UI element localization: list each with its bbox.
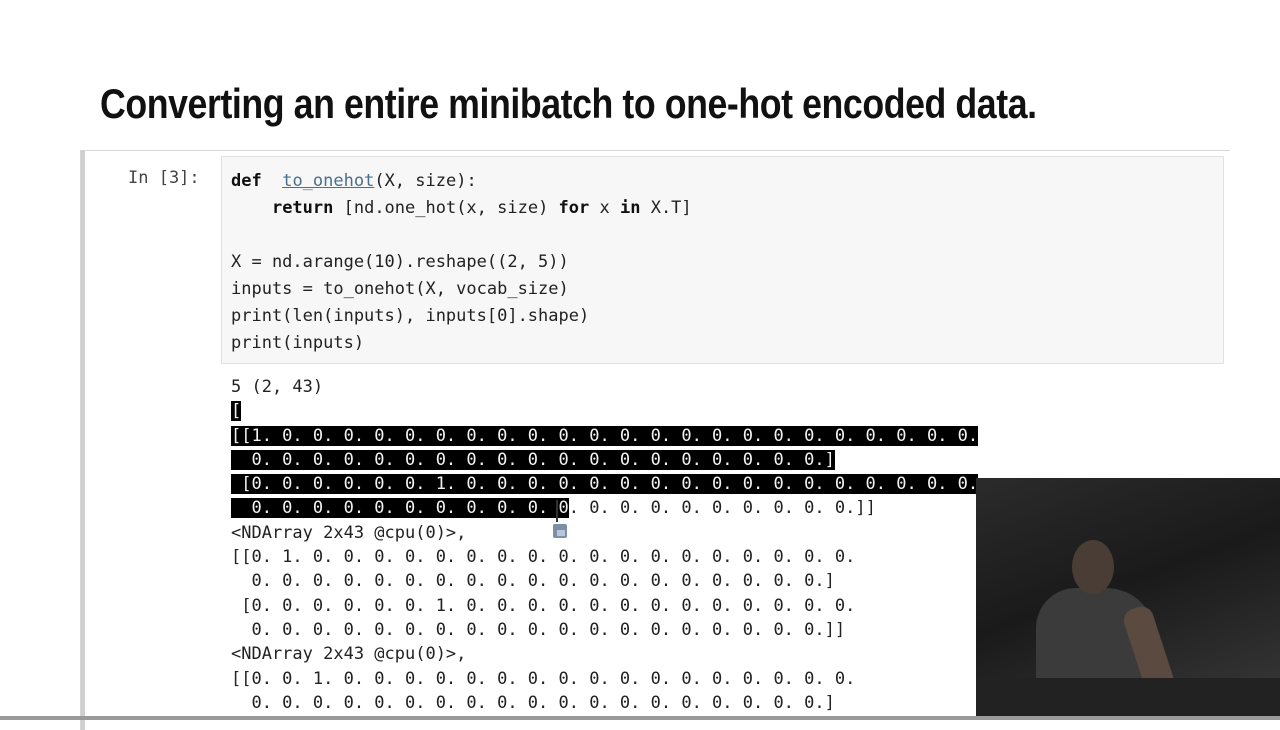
output-line-segment: [[0. 0. 1. 0. 0. 0. 0. 0. 0. 0. 0. 0. 0.… bbox=[231, 668, 856, 689]
output-line: 0. 0. 0. 0. 0. 0. 0. 0. 0. 0. 0. 0. 0. 0… bbox=[231, 448, 978, 472]
output-line-segment: [[1. 0. 0. 0. 0. 0. 0. 0. 0. 0. 0. 0. 0.… bbox=[231, 425, 979, 446]
code-line-segment: in bbox=[619, 198, 641, 218]
output-line: 5 (2, 43) bbox=[231, 375, 978, 399]
presenter-webcam bbox=[976, 478, 1280, 720]
code-line: def to_onehot(X, size): bbox=[231, 168, 1223, 195]
output-line: [ bbox=[231, 399, 978, 423]
output-line-segment: [0. 0. 0. 0. 0. 0. 1. 0. 0. 0. 0. 0. 0. … bbox=[231, 474, 979, 495]
code-line-segment: print(inputs) bbox=[231, 333, 365, 353]
output-line: 0. 0. 0. 0. 0. 0. 0. 0. 0. 0. 0. 0. 0. 0… bbox=[231, 496, 978, 520]
output-line: 0. 0. 0. 0. 0. 0. 0. 0. 0. 0. 0. 0. 0. 0… bbox=[231, 691, 978, 715]
code-line-segment: for bbox=[558, 198, 590, 218]
code-line-segment: inputs = to_onehot(X, vocab_size) bbox=[231, 279, 569, 299]
output-line: [[0. 0. 1. 0. 0. 0. 0. 0. 0. 0. 0. 0. 0.… bbox=[231, 667, 978, 691]
output-line-segment: [ bbox=[231, 401, 242, 422]
output-line: <NDArray 2x43 @cpu(0)>, bbox=[231, 642, 978, 666]
output-line-segment: [0. 0. 0. 0. 0. 0. 1. 0. 0. 0. 0. 0. 0. … bbox=[231, 595, 856, 616]
output-line-segment: 0. 0. 0. 0. 0. 0. 0. 0. 0. 0. 0. 0. 0. 0… bbox=[231, 449, 835, 470]
code-editor[interactable]: def to_onehot(X, size): return [nd.one_h… bbox=[221, 156, 1224, 364]
output-line: [0. 0. 0. 0. 0. 0. 1. 0. 0. 0. 0. 0. 0. … bbox=[231, 594, 978, 618]
output-line-segment: 5 (2, 43) bbox=[231, 377, 324, 397]
code-line: print(len(inputs), inputs[0].shape) bbox=[231, 303, 1223, 330]
code-line-segment: (X, size): bbox=[374, 171, 477, 191]
output-line: [0. 0. 0. 0. 0. 0. 1. 0. 0. 0. 0. 0. 0. … bbox=[231, 472, 979, 496]
output-line-segment: <NDArray 2x43 @cpu(0)>, bbox=[231, 644, 467, 665]
output-line: <NDArray 2x43 @cpu(0)>, bbox=[231, 521, 978, 545]
code-line-segment: [nd.one_hot(x, size) bbox=[333, 198, 559, 218]
code-line-segment: to_onehot bbox=[282, 171, 375, 191]
output-line: 0. 0. 0. 0. 0. 0. 0. 0. 0. 0. 0. 0. 0. 0… bbox=[231, 569, 978, 593]
code-line-segment: X.T] bbox=[640, 198, 692, 218]
output-line-segment: 0. 0. 0. 0. 0. 0. 0. 0. 0. 0. 0. 0. 0. 0… bbox=[231, 619, 846, 640]
code-line-segment bbox=[262, 171, 282, 191]
output-line-segment: 0. 0. 0. 0. 0. 0. 0. 0. 0. 0. 0 bbox=[231, 498, 569, 519]
code-line-segment: X = nd.arange(10).reshape((2, 5)) bbox=[231, 252, 569, 272]
slide-title: Converting an entire minibatch to one-ho… bbox=[100, 80, 1037, 127]
output-line: [[0. 1. 0. 0. 0. 0. 0. 0. 0. 0. 0. 0. 0.… bbox=[231, 545, 978, 569]
output-line-segment: 0. 0. 0. 0. 0. 0. 0. 0. 0. 0. 0. 0. 0. 0… bbox=[231, 571, 835, 592]
code-line-segment bbox=[231, 198, 272, 218]
cell-prompt: In [3]: bbox=[128, 168, 200, 188]
code-line: print(inputs) bbox=[231, 330, 1223, 357]
output-line-segment: 0. 0. 0. 0. 0. 0. 0. 0. 0. 0. 0. 0. 0. 0… bbox=[231, 692, 835, 713]
text-cursor-icon bbox=[556, 500, 558, 522]
output-line-segment: [[0. 1. 0. 0. 0. 0. 0. 0. 0. 0. 0. 0. 0.… bbox=[231, 547, 856, 568]
code-line-segment: def bbox=[231, 171, 262, 191]
output-line-segment: . 0. 0. 0. 0. 0. 0. 0. 0. 0.]] bbox=[568, 498, 876, 519]
cell-output[interactable]: 5 (2, 43) [ [[1. 0. 0. 0. 0. 0. 0. 0. 0. 0… bbox=[231, 375, 979, 715]
lectern bbox=[976, 678, 1280, 720]
code-line-segment: return bbox=[271, 198, 334, 218]
bottom-bar bbox=[0, 716, 1280, 720]
code-line: X = nd.arange(10).reshape((2, 5)) bbox=[231, 249, 1223, 276]
code-line-segment: x bbox=[589, 198, 620, 218]
output-line: 0. 0. 0. 0. 0. 0. 0. 0. 0. 0. 0. 0. 0. 0… bbox=[231, 618, 978, 642]
code-line-segment: print(len(inputs), inputs[0].shape) bbox=[231, 306, 590, 326]
code-line: inputs = to_onehot(X, vocab_size) bbox=[231, 276, 1223, 303]
presenter-head bbox=[1072, 540, 1114, 594]
code-line: return [nd.one_hot(x, size) for x in X.T… bbox=[231, 195, 1223, 222]
mouse-cursor-icon bbox=[553, 524, 567, 538]
output-line-segment: <NDArray 2x43 @cpu(0)>, bbox=[231, 522, 467, 543]
output-line: [[1. 0. 0. 0. 0. 0. 0. 0. 0. 0. 0. 0. 0.… bbox=[231, 424, 979, 448]
